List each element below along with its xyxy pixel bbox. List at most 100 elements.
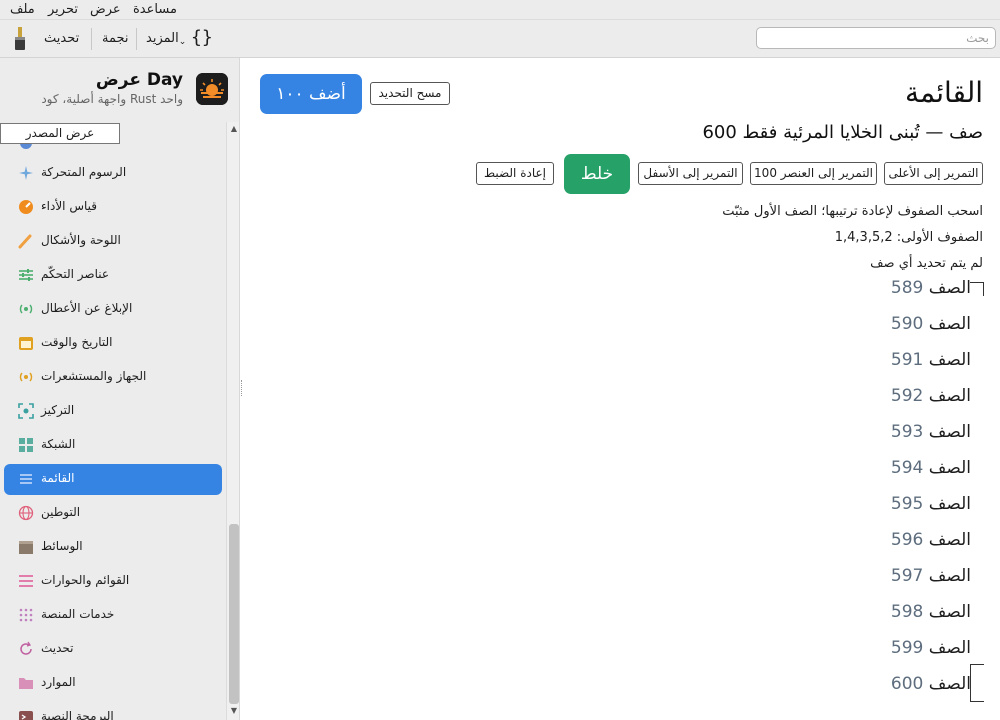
sidebar-item-label: عناصر التحكّم: [41, 267, 110, 281]
scroll-to-100-button[interactable]: التمرير إلى العنصر 100: [750, 162, 877, 185]
sidebar-item-canvas[interactable]: اللوحة والأشكال: [4, 226, 222, 257]
page-title: القائمة: [905, 76, 983, 109]
sidebar-item-label: القوائم والحوارات: [41, 573, 130, 587]
sidebar-item-label: البرمجة النصية: [41, 709, 114, 720]
sidebar-scrollbar[interactable]: ▲ ▼: [226, 122, 239, 720]
grid-icon: [18, 437, 34, 453]
row-number: 598: [890, 602, 924, 622]
scroll-down-icon[interactable]: ▼: [229, 706, 239, 715]
sidebar-item-label: تحديث: [41, 641, 74, 655]
row-prefix: الصف: [928, 314, 971, 334]
sidebar-item-label: الجهاز والمستشعرات: [41, 369, 147, 383]
braces-button[interactable]: {}: [191, 27, 213, 48]
search-input[interactable]: [756, 27, 996, 49]
row-prefix: الصف: [928, 530, 971, 550]
toolbar-separator: [136, 28, 137, 50]
menu-edit[interactable]: تحرير: [48, 2, 78, 17]
list-row[interactable]: الصف 595: [891, 494, 971, 514]
row-number: 592: [890, 386, 924, 406]
sidebar-item-focus[interactable]: التركيز: [4, 396, 222, 427]
sidebar-item-update[interactable]: تحديث: [4, 634, 222, 665]
sensor-icon: [18, 369, 34, 385]
scroll-up-icon[interactable]: ▲: [229, 124, 239, 133]
sidebar-item-menus-dialogs[interactable]: القوائم والحوارات: [4, 566, 222, 597]
app-subtitle: واجهة أصلية، كود Rust واحد: [41, 92, 183, 106]
star-button[interactable]: نجمة: [102, 31, 129, 46]
sidebar-item-label: اللوحة والأشكال: [41, 233, 121, 247]
view-source-button[interactable]: عرض المصدر: [0, 123, 120, 144]
menu-bar: ملف تحرير عرض مساعدة: [0, 0, 1000, 20]
list-scroll-up[interactable]: [970, 282, 984, 296]
gauge-icon: [18, 199, 34, 215]
focus-icon: [18, 403, 34, 419]
sidebar-item-grid[interactable]: الشبكة: [4, 430, 222, 461]
list-row[interactable]: الصف 591: [891, 350, 971, 370]
more-button[interactable]: المزيد⌄: [146, 31, 187, 47]
sidebar-item-label: القائمة: [41, 471, 75, 485]
globe-icon: [18, 505, 34, 521]
chevron-down-icon: ⌄: [178, 37, 187, 47]
sidebar-item-label: التاريخ والوقت: [41, 335, 113, 349]
menu-view[interactable]: عرض: [90, 2, 121, 17]
calendar-icon: [18, 335, 34, 351]
sidebar-item-localization[interactable]: التوطين: [4, 498, 222, 529]
more-label: المزيد: [146, 31, 179, 46]
sidebar-item-device-sensors[interactable]: الجهاز والمستشعرات: [4, 362, 222, 393]
folder-icon: [18, 675, 34, 691]
list-row[interactable]: الصف 598: [891, 602, 971, 622]
clear-selection-button[interactable]: مسح التحديد: [370, 82, 450, 105]
sidebar-item-platform-services[interactable]: خدمات المنصة: [4, 600, 222, 631]
scroll-bottom-button[interactable]: التمرير إلى الأسفل: [638, 162, 743, 185]
scrollbar-thumb[interactable]: [229, 524, 239, 704]
list-scroll-thumb[interactable]: [970, 664, 984, 702]
list-row[interactable]: الصف 600: [891, 674, 971, 694]
scroll-top-button[interactable]: التمرير إلى الأعلى: [884, 162, 983, 185]
reset-button[interactable]: إعادة الضبط: [476, 162, 554, 185]
list-row[interactable]: الصف 590: [891, 314, 971, 334]
update-button[interactable]: تحديث: [44, 31, 79, 46]
sidebar-item-scripting[interactable]: البرمجة النصية: [4, 702, 222, 720]
row-prefix: الصف: [928, 386, 971, 406]
sidebar-item-label: الرسوم المتحركة: [41, 165, 127, 179]
pane-splitter[interactable]: [241, 380, 243, 396]
sidebar-item-animations[interactable]: الرسوم المتحركة: [4, 158, 222, 189]
clapper-icon: [18, 539, 34, 555]
sidebar: عرض Day واجهة أصلية، كود Rust واحد عرض ا…: [0, 58, 240, 720]
sidebar-item-media[interactable]: الوسائط: [4, 532, 222, 563]
row-number: 596: [890, 530, 924, 550]
sidebar-item-datetime[interactable]: التاريخ والوقت: [4, 328, 222, 359]
shuffle-button[interactable]: خلط: [564, 154, 630, 194]
list-row[interactable]: الصف 589: [891, 278, 971, 298]
sidebar-item-label: الموارد: [41, 675, 76, 689]
brush-icon: [18, 233, 34, 249]
list-row[interactable]: الصف 596: [891, 530, 971, 550]
sidebar-item-controls[interactable]: عناصر التحكّم: [4, 260, 222, 291]
menu-file[interactable]: ملف: [10, 2, 35, 17]
row-prefix: الصف: [928, 494, 971, 514]
dots-grid-icon: [18, 607, 34, 623]
first-rows-status: الصفوف الأولى: 1,4,3,5,2: [834, 230, 983, 245]
sidebar-item-list[interactable]: القائمة: [4, 464, 222, 495]
refresh-icon: [18, 641, 34, 657]
row-prefix: الصف: [928, 350, 971, 370]
paintbrush-icon[interactable]: [12, 26, 28, 52]
sidebar-item-label: الشبكة: [41, 437, 76, 451]
list-row[interactable]: الصف 594: [891, 458, 971, 478]
row-number: 589: [890, 278, 924, 298]
row-number: 593: [890, 422, 924, 442]
row-prefix: الصف: [928, 422, 971, 442]
sidebar-item-crash-reporting[interactable]: الإبلاغ عن الأعطال: [4, 294, 222, 325]
list-row[interactable]: الصف 592: [891, 386, 971, 406]
sidebar-item-performance[interactable]: قياس الأداء: [4, 192, 222, 223]
row-prefix: الصف: [928, 278, 971, 298]
list-row[interactable]: الصف 599: [891, 638, 971, 658]
sidebar-item-resources[interactable]: الموارد: [4, 668, 222, 699]
toolbar-separator: [91, 28, 92, 50]
list-row[interactable]: الصف 597: [891, 566, 971, 586]
row-number: 600: [890, 674, 924, 694]
menu-help[interactable]: مساعدة: [133, 2, 177, 17]
main-content: القائمة أضف ١٠٠ مسح التحديد 600 صف — تُب…: [244, 58, 1000, 720]
sidebar-item-label: الوسائط: [41, 539, 83, 553]
list-row[interactable]: الصف 593: [891, 422, 971, 442]
add-100-button[interactable]: أضف ١٠٠: [260, 74, 362, 114]
